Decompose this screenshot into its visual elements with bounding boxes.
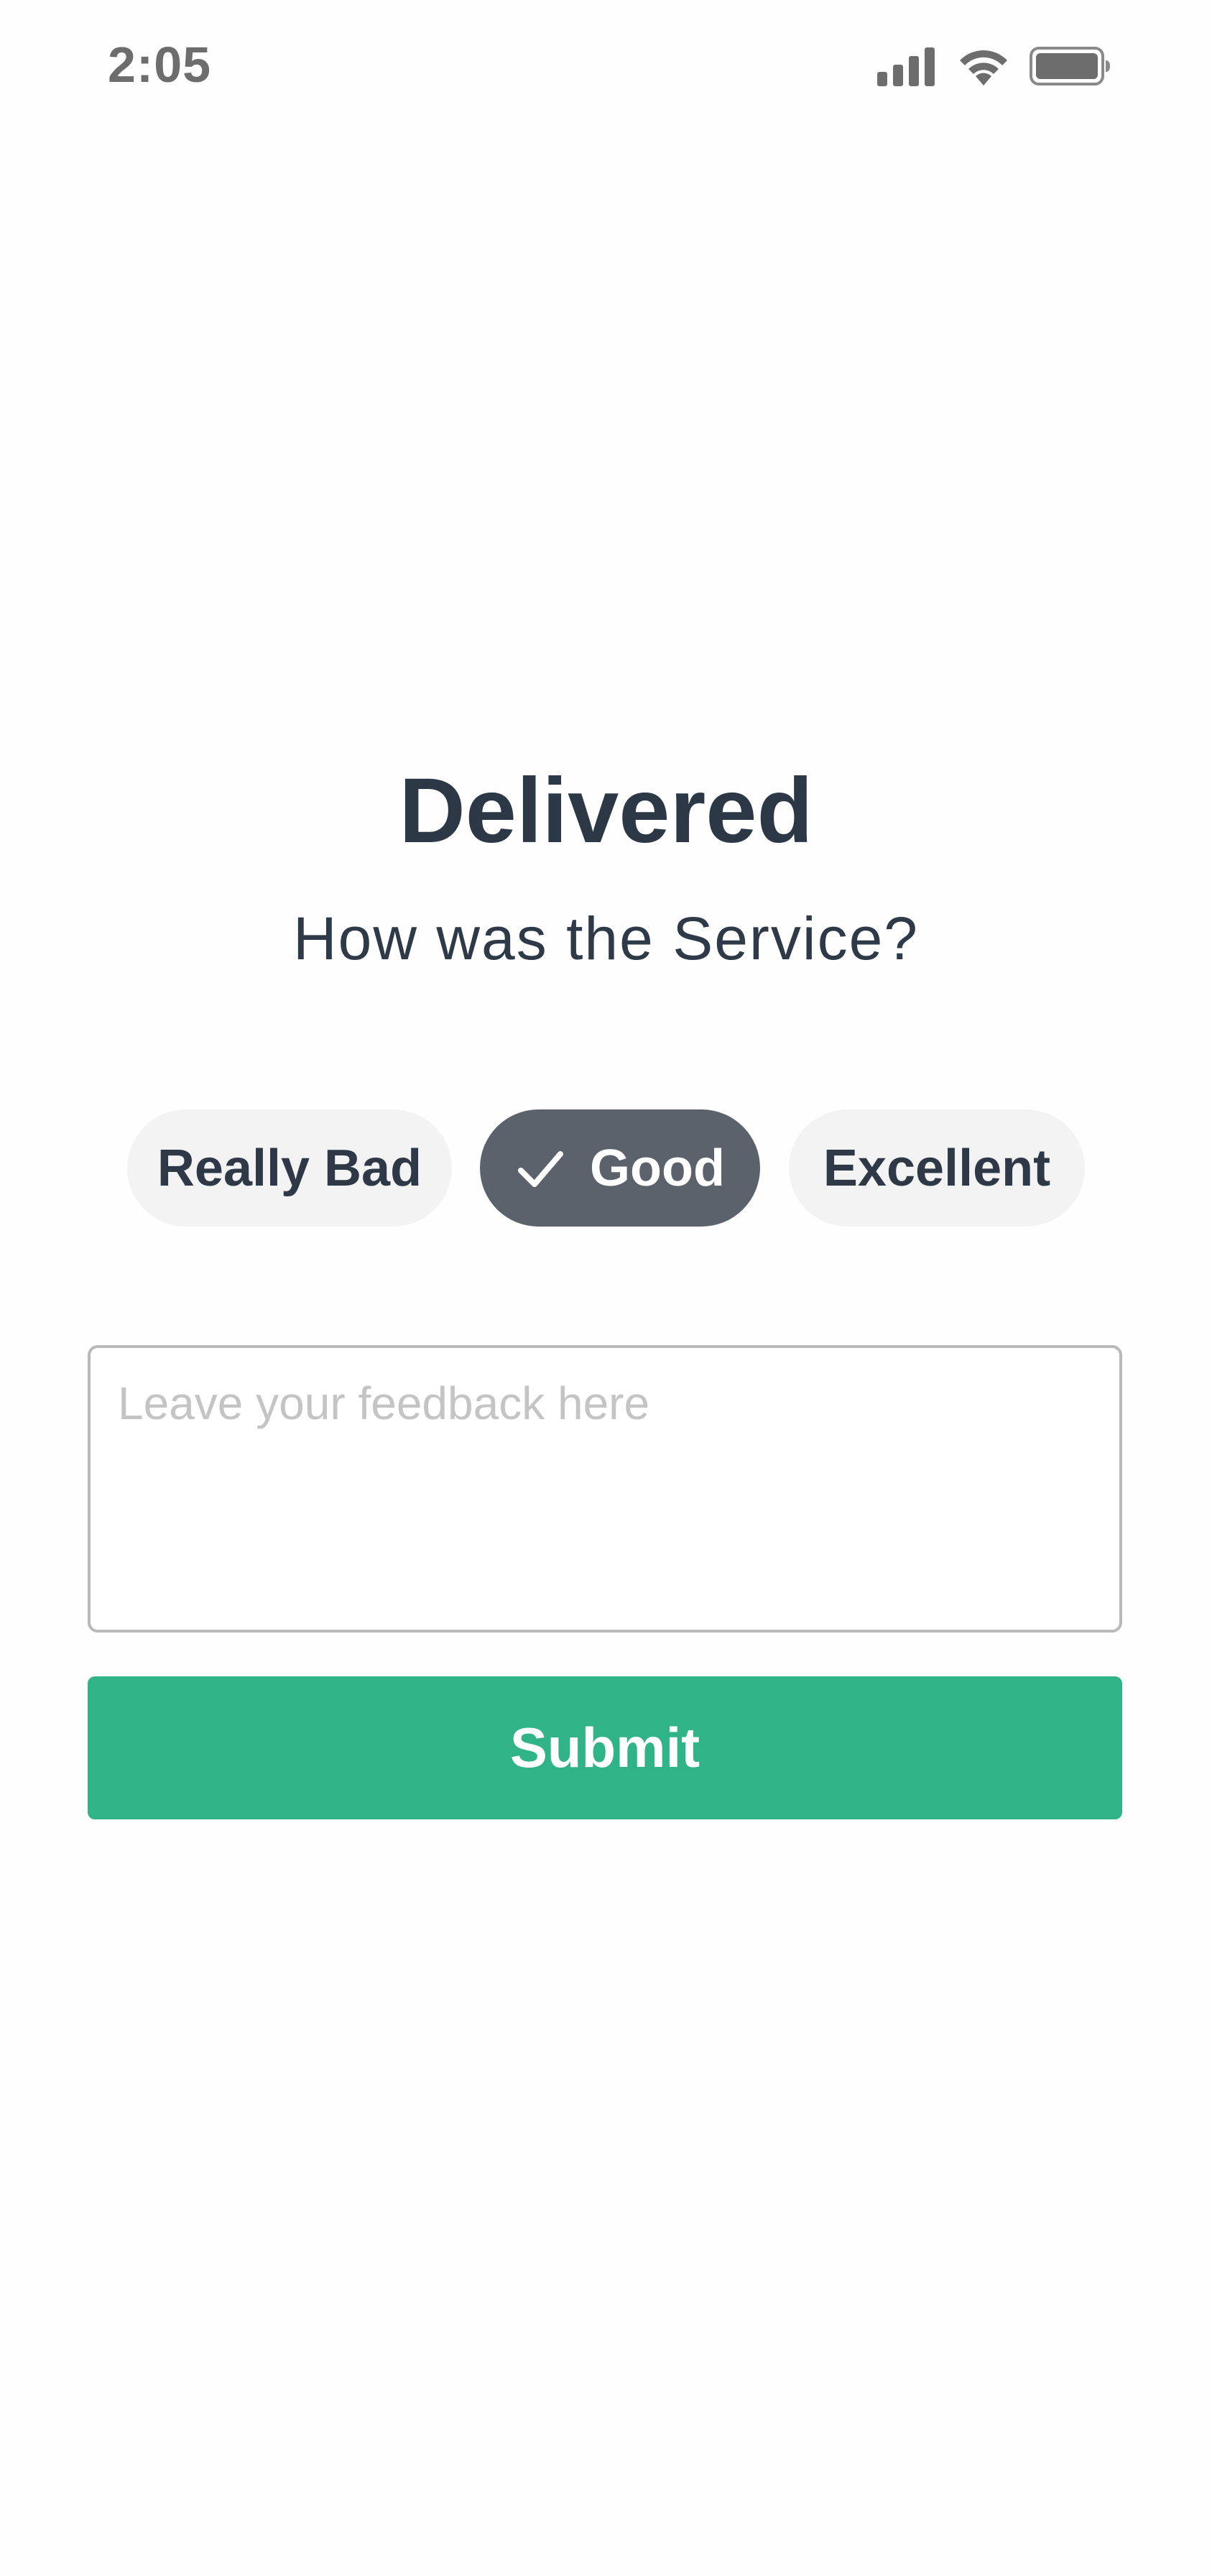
cellular-signal-icon — [877, 46, 938, 86]
feedback-input[interactable] — [88, 1345, 1122, 1633]
status-icons — [877, 45, 1111, 88]
rating-chip-label: Good — [590, 1139, 725, 1197]
rating-options: Really Bad Good Excellent — [0, 1109, 1212, 1227]
rating-chip-really-bad[interactable]: Really Bad — [127, 1109, 452, 1227]
feedback-screen: 2:05 Delivered How was the Service? Real… — [0, 0, 1212, 2576]
wifi-icon — [956, 45, 1011, 87]
rating-chip-good[interactable]: Good — [480, 1109, 760, 1227]
status-time: 2:05 — [108, 37, 212, 93]
checkmark-icon — [515, 1143, 565, 1194]
submit-button[interactable]: Submit — [88, 1676, 1122, 1819]
page-title: Delivered — [399, 760, 813, 862]
rating-chip-excellent[interactable]: Excellent — [789, 1109, 1085, 1227]
rating-chip-label: Excellent — [823, 1139, 1051, 1197]
battery-icon — [1030, 46, 1111, 86]
rating-chip-label: Really Bad — [157, 1139, 422, 1197]
page-subtitle: How was the Service? — [292, 905, 920, 972]
